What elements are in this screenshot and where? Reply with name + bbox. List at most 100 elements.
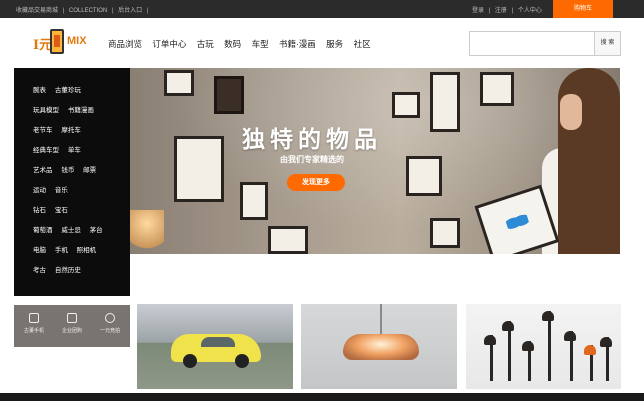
bird-sculpture-image	[502, 321, 514, 381]
category-link[interactable]: 自然历史	[55, 267, 81, 274]
butterfly-icon	[504, 209, 531, 234]
logo-text-right: MIX	[67, 35, 87, 47]
login-link[interactable]: 登录	[472, 8, 484, 14]
nav-item-orders[interactable]: 订单中心	[152, 39, 186, 49]
quick-links-panel: 古董手机 企业团购 一元竞拍	[14, 305, 130, 347]
category-link[interactable]: 宝石	[55, 207, 68, 214]
category-link[interactable]: 音乐	[55, 187, 68, 194]
wall-frame	[406, 156, 442, 196]
separator: |	[62, 8, 65, 14]
discover-more-button[interactable]: 发现更多	[287, 174, 345, 191]
search-input[interactable]	[469, 31, 595, 56]
nav-item-digital[interactable]: 数码	[224, 39, 241, 49]
category-link[interactable]: 玩具模型	[33, 107, 59, 114]
wall-frame	[214, 76, 244, 114]
category-link[interactable]: 钱币	[61, 167, 74, 174]
separator: |	[146, 8, 149, 14]
category-link[interactable]: 手机	[55, 247, 68, 254]
bird-sculpture-image	[542, 311, 554, 381]
top-link-admin[interactable]: 后台入口	[118, 8, 142, 14]
category-link[interactable]: 单车	[68, 147, 81, 154]
auction-icon	[105, 313, 115, 323]
register-link[interactable]: 注册	[495, 8, 507, 14]
taskbar-strip	[0, 393, 644, 401]
category-link[interactable]: 老节车	[33, 127, 53, 134]
category-link[interactable]: 葡萄酒	[33, 227, 53, 234]
quick-link-label: 一元竞拍	[99, 328, 120, 334]
bird-sculpture-image	[522, 341, 534, 381]
category-row: 艺术品 钱币 邮票	[33, 164, 103, 174]
bird-sculpture-image	[484, 335, 496, 381]
category-link[interactable]: 考古	[33, 267, 46, 274]
category-row: 钻石 宝石	[33, 204, 75, 214]
gift-icon	[67, 313, 77, 323]
separator: |	[511, 8, 514, 14]
category-row: 经典车型 单车	[33, 144, 88, 154]
category-row: 玩具模型 书籍漫画	[33, 104, 101, 114]
phone-icon	[29, 313, 39, 323]
nav-item-community[interactable]: 社区	[354, 39, 371, 49]
wall-frame	[174, 136, 224, 202]
site-logo[interactable]: I元 MIX	[33, 29, 89, 55]
lamp-cord	[380, 304, 382, 334]
hero-title: 独特的物品	[242, 126, 382, 152]
nav-item-browse[interactable]: 商品浏览	[108, 39, 142, 49]
product-tile-bird-sculptures[interactable]	[466, 304, 621, 389]
separator: |	[111, 8, 114, 14]
category-link[interactable]: 古董珍玩	[55, 87, 81, 94]
category-row: 运动 音乐	[33, 184, 75, 194]
hero-subtitle: 由我们专家精选的	[280, 155, 344, 164]
top-left-links: 收藏品交易商城 | COLLECTION | 后台入口 |	[16, 5, 151, 14]
cart-button[interactable]: 购物车	[553, 0, 613, 18]
category-link[interactable]: 书籍漫画	[68, 107, 94, 114]
quick-link-label: 企业团购	[61, 328, 82, 334]
category-row: 葡萄酒 威士忌 茅台	[33, 224, 110, 234]
pendant-lamp-image	[343, 334, 419, 360]
category-link[interactable]: 摩托车	[61, 127, 81, 134]
main-nav: 商品浏览 订单中心 古玩 数码 车型 书籍·漫画 服务 社区	[108, 38, 379, 50]
wall-frame	[240, 182, 268, 220]
car-image	[171, 334, 261, 368]
quick-link-label: 古董手机	[23, 328, 44, 334]
wall-frame	[430, 72, 460, 132]
product-tile-classic-car[interactable]	[137, 304, 293, 389]
bird-sculpture-image	[584, 345, 596, 381]
top-link-collection[interactable]: COLLECTION	[69, 8, 107, 14]
nav-item-books[interactable]: 书籍·漫画	[279, 39, 316, 49]
category-link[interactable]: 运动	[33, 187, 46, 194]
category-link[interactable]: 艺术品	[33, 167, 53, 174]
category-row: 考古 自然历史	[33, 264, 88, 274]
wall-frame	[164, 70, 194, 96]
category-link[interactable]: 照相机	[77, 247, 97, 254]
person-face	[560, 94, 582, 130]
category-row: 老节车 摩托车	[33, 124, 88, 134]
category-link[interactable]: 腕表	[33, 87, 46, 94]
top-right-links: 登录 | 注册 | 个人中心	[472, 5, 545, 14]
nav-item-service[interactable]: 服务	[326, 39, 343, 49]
top-link-site[interactable]: 收藏品交易商城	[16, 8, 58, 14]
quick-link-phones[interactable]: 古董手机	[17, 313, 51, 334]
account-link[interactable]: 个人中心	[518, 8, 542, 14]
category-row: 电脑 手机 照相机	[33, 244, 103, 254]
wall-frame	[268, 226, 308, 254]
phone-logo-icon	[50, 29, 64, 54]
search-button[interactable]: 搜 索	[594, 31, 621, 56]
nav-item-cars[interactable]: 车型	[252, 39, 269, 49]
nav-item-antiques[interactable]: 古玩	[197, 39, 214, 49]
category-link[interactable]: 电脑	[33, 247, 46, 254]
bird-sculpture-image	[600, 337, 612, 381]
category-link[interactable]: 茅台	[90, 227, 103, 234]
bird-sculpture-image	[564, 331, 576, 381]
separator: |	[488, 8, 491, 14]
hero-banner[interactable]: 独特的物品 由我们专家精选的 发现更多	[130, 68, 620, 254]
category-link[interactable]: 威士忌	[61, 227, 81, 234]
category-link[interactable]: 邮票	[83, 167, 96, 174]
category-link[interactable]: 钻石	[33, 207, 46, 214]
quick-link-group-buy[interactable]: 企业团购	[55, 313, 89, 334]
category-link[interactable]: 经典车型	[33, 147, 59, 154]
quick-link-auction[interactable]: 一元竞拍	[93, 313, 127, 334]
top-bar: 收藏品交易商城 | COLLECTION | 后台入口 | 登录 | 注册 | …	[0, 0, 644, 18]
category-row: 腕表 古董珍玩	[33, 84, 88, 94]
category-sidebar: 腕表 古董珍玩 玩具模型 书籍漫画 老节车 摩托车 经典车型 单车 艺术品 钱币…	[14, 68, 130, 296]
product-tile-lamp[interactable]	[301, 304, 457, 389]
